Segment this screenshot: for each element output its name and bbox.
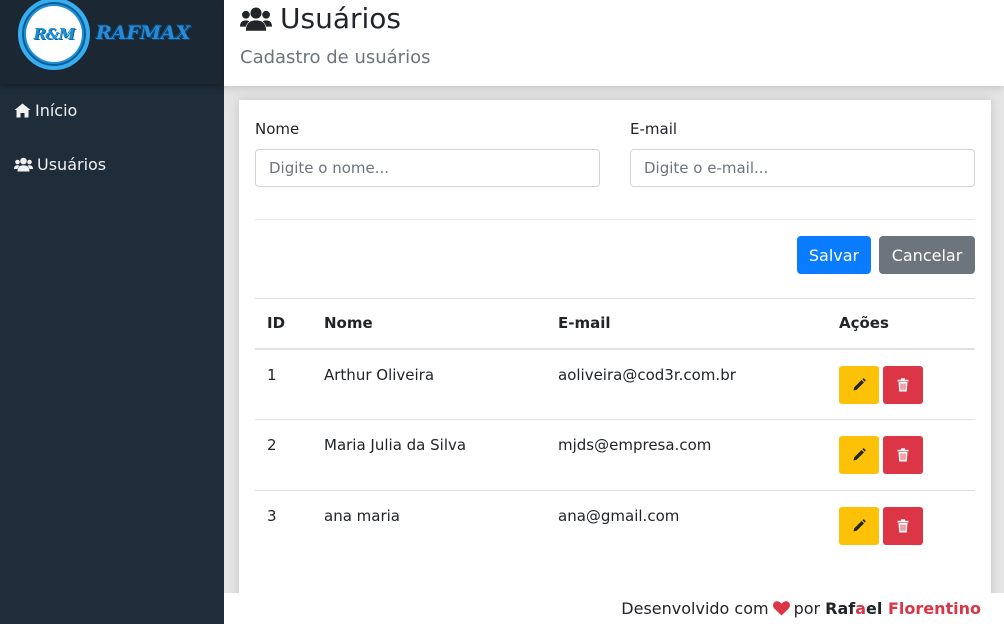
email-label: E-mail <box>630 120 678 138</box>
logo[interactable]: R&M RAFMAX <box>0 0 224 84</box>
cell-id: 3 <box>267 507 277 525</box>
author-part: a <box>855 599 867 618</box>
users-table: ID Nome E-mail Ações 1 Arthur Oliveira a… <box>255 298 975 562</box>
cell-id: 2 <box>255 419 312 491</box>
edit-button[interactable] <box>839 436 879 474</box>
table-row: 1 Arthur Oliveira aoliveira@cod3r.com.br <box>255 348 975 420</box>
pencil-icon <box>853 377 866 390</box>
footer-by: por <box>793 599 821 618</box>
cell-actions <box>827 419 975 491</box>
pencil-icon <box>853 448 866 461</box>
table-header-row: ID Nome E-mail Ações <box>255 298 975 350</box>
column-header-email: E-mail <box>546 298 827 350</box>
author-last-name: Florentino <box>887 599 981 618</box>
cell-email: ana@gmail.com <box>558 507 680 525</box>
cell-actions <box>827 348 975 420</box>
sidebar-item-label: Início <box>35 101 78 120</box>
cell-email: mjds@empresa.com <box>546 419 827 491</box>
footer-prefix: Desenvolvido com <box>621 599 769 618</box>
delete-button[interactable] <box>883 507 923 545</box>
user-form-card: Nome E-mail Salvar Cancelar ID Nome E-ma… <box>239 100 991 620</box>
trash-icon <box>897 519 909 533</box>
table-row: 2 Maria Julia da Silva mjds@empresa.com <box>255 419 975 491</box>
save-button[interactable]: Salvar <box>797 236 871 274</box>
cell-nome: Arthur Oliveira <box>312 348 546 420</box>
cell-actions <box>827 491 975 562</box>
cancel-button[interactable]: Cancelar <box>879 236 975 274</box>
page-header: Usuários Cadastro de usuários <box>224 0 1004 86</box>
sidebar-item-inicio[interactable]: Início <box>14 101 77 120</box>
column-header-id: ID <box>255 298 312 350</box>
author-part: el <box>866 599 883 618</box>
footer: Desenvolvido com por Rafael Florentino <box>224 593 1004 624</box>
cell-nome: Maria Julia da Silva <box>312 419 546 491</box>
pencil-icon <box>853 519 866 532</box>
delete-button[interactable] <box>883 436 923 474</box>
cell-email: aoliveira@cod3r.com.br <box>546 348 827 420</box>
users-icon <box>14 157 33 172</box>
sidebar-item-usuarios[interactable]: Usuários <box>14 155 106 174</box>
logo-mark: R&M <box>26 6 82 62</box>
edit-button[interactable] <box>839 365 879 404</box>
logo-circle: R&M <box>18 0 90 70</box>
author-part: Raf <box>825 599 856 618</box>
table-row: 3 ana maria ana@gmail.com <box>255 491 975 562</box>
trash-icon <box>897 448 909 462</box>
form-divider <box>255 219 975 220</box>
users-icon <box>240 7 272 31</box>
cell-nome: ana maria <box>324 507 400 525</box>
delete-button[interactable] <box>883 365 923 404</box>
cell-id: 1 <box>255 348 312 420</box>
trash-icon <box>897 377 909 391</box>
email-input[interactable] <box>630 149 975 187</box>
page-subtitle: Cadastro de usuários <box>240 47 431 68</box>
column-header-nome: Nome <box>312 298 546 350</box>
home-icon <box>14 103 31 118</box>
page-title-text: Usuários <box>280 2 401 35</box>
page-title: Usuários <box>240 2 401 35</box>
sidebar: R&M RAFMAX Início Usuários <box>0 0 224 624</box>
edit-button[interactable] <box>839 507 879 545</box>
nome-label: Nome <box>255 120 300 138</box>
footer-author: Rafael Florentino <box>825 599 981 618</box>
logo-name: RAFMAX <box>96 22 191 44</box>
sidebar-item-label: Usuários <box>37 155 107 174</box>
heart-icon <box>772 599 790 618</box>
nome-input[interactable] <box>255 149 600 187</box>
column-header-acoes: Ações <box>827 298 975 350</box>
